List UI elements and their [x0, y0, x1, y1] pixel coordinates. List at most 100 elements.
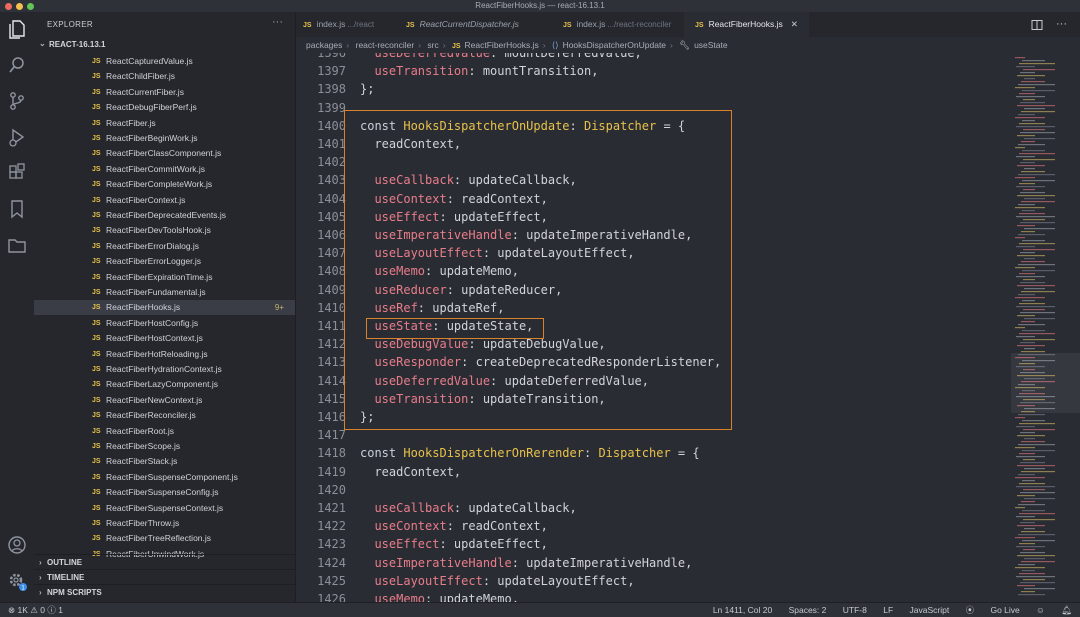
code-line: useCallback: updateCallback,: [360, 501, 577, 515]
extensions-icon[interactable]: [4, 160, 30, 186]
language-mode[interactable]: JavaScript: [910, 605, 950, 615]
file-item[interactable]: JS ReactFiberDevToolsHook.js: [34, 223, 295, 238]
file-item[interactable]: JS ReactFiberLazyComponent.js: [34, 377, 295, 392]
crumb-dispatcher[interactable]: HooksDispatcherOnUpdate: [563, 40, 666, 50]
file-item[interactable]: JS ReactFiberErrorLogger.js: [34, 254, 295, 269]
file-item[interactable]: JS ReactFiberHotReloading.js: [34, 347, 295, 362]
minimap-line: [1016, 246, 1035, 248]
section-timeline[interactable]: › TIMELINE: [34, 569, 295, 585]
line-number: 1423: [317, 537, 346, 552]
end-of-line[interactable]: LF: [883, 605, 893, 615]
tab-react-current-dispatcher[interactable]: JS ReactCurrentDispatcher.js: [394, 12, 551, 37]
file-item[interactable]: JS ReactFiberSuspenseContext.js: [34, 501, 295, 516]
file-item[interactable]: JS ReactCurrentFiber.js: [34, 85, 295, 100]
minimap-line: [1024, 588, 1055, 590]
problems-indicator[interactable]: ⊗ 1K ⚠ 0 ⓘ 1: [8, 603, 63, 617]
close-icon[interactable]: ✕: [791, 19, 798, 29]
go-live-button[interactable]: ⦿ Go Live: [966, 605, 1020, 615]
section-outline[interactable]: › OUTLINE: [34, 554, 295, 570]
file-item[interactable]: JS ReactFiberHostConfig.js: [34, 316, 295, 331]
source-control-icon[interactable]: [4, 88, 30, 114]
crumb-react-reconciler[interactable]: react-reconciler: [356, 40, 415, 50]
line-number: 1403: [317, 173, 346, 188]
crumb-packages[interactable]: packages: [306, 40, 342, 50]
tab-index-react[interactable]: JS index.js .../react: [296, 12, 394, 37]
file-item[interactable]: JS ReactFiberCommitWork.js: [34, 162, 295, 177]
file-item[interactable]: JS ReactFiberSuspenseConfig.js: [34, 485, 295, 500]
file-item[interactable]: JS ReactFiberDeprecatedEvents.js: [34, 208, 295, 223]
section-npm-scripts[interactable]: › NPM SCRIPTS: [34, 584, 295, 600]
crumb-file[interactable]: ReactFiberHooks.js: [465, 40, 539, 50]
file-item[interactable]: JS ReactFiberHooks.js 9+: [34, 300, 295, 316]
file-item[interactable]: JS ReactFiberFundamental.js: [34, 285, 295, 300]
minimap[interactable]: [1011, 53, 1080, 602]
js-file-icon: JS: [92, 212, 101, 219]
bookmark-icon[interactable]: [4, 196, 30, 222]
minimap-line: [1022, 540, 1055, 542]
file-item[interactable]: JS ReactFiberExpirationTime.js: [34, 270, 295, 285]
tab-react-fiber-hooks[interactable]: JS ReactFiberHooks.js ✕: [684, 12, 809, 37]
folder-icon[interactable]: [4, 232, 30, 258]
crumb-usestate[interactable]: useState: [694, 40, 728, 50]
minimap-line: [1019, 123, 1045, 125]
cursor-position[interactable]: Ln 1411, Col 20: [713, 605, 772, 615]
file-item[interactable]: JS ReactDebugFiberPerf.js: [34, 100, 295, 115]
split-editor-icon[interactable]: [1031, 12, 1047, 37]
tab-index-react-reconciler[interactable]: JS index.js .../react-reconciler: [551, 12, 684, 37]
files-icon[interactable]: [4, 16, 30, 42]
file-name: ReactFiberLazyComponent.js: [106, 379, 218, 390]
file-item[interactable]: JS ReactFiber.js: [34, 116, 295, 131]
minimap-line: [1022, 270, 1055, 272]
file-item[interactable]: JS ReactFiberReconciler.js: [34, 408, 295, 423]
file-item[interactable]: JS ReactFiberBeginWork.js: [34, 131, 295, 146]
file-item[interactable]: JS ReactFiberStack.js: [34, 454, 295, 469]
notifications-icon[interactable]: 🔔︎: [1061, 605, 1072, 615]
minimap-line: [1019, 153, 1055, 155]
file-item[interactable]: JS ReactFiberThrow.js: [34, 516, 295, 531]
file-item[interactable]: JS ReactFiberClassComponent.js: [34, 146, 295, 161]
more-actions-icon[interactable]: ···: [1056, 12, 1072, 37]
file-item[interactable]: JS ReactFiberHostContext.js: [34, 331, 295, 346]
file-item[interactable]: JS ReactFiberContext.js: [34, 193, 295, 208]
js-file-icon: JS: [92, 489, 101, 497]
crumb-src[interactable]: src: [427, 40, 438, 50]
minimap-line: [1015, 477, 1045, 479]
feedback-icon[interactable]: ☺: [1036, 605, 1045, 615]
encoding[interactable]: UTF-8: [843, 605, 867, 615]
file-item[interactable]: JS ReactFiberCompleteWork.js: [34, 177, 295, 192]
file-item[interactable]: JS ReactFiberTreeReflection.js: [34, 531, 295, 546]
file-item[interactable]: JS ReactFiberErrorDialog.js: [34, 239, 295, 254]
line-number: 1409: [317, 282, 346, 297]
line-number: 1426: [317, 592, 346, 602]
file-item[interactable]: JS ReactFiberRoot.js: [34, 424, 295, 439]
indentation[interactable]: Spaces: 2: [789, 605, 827, 615]
file-item[interactable]: JS ReactFiberHydrationContext.js: [34, 362, 295, 377]
code-line: useMemo: updateMemo,: [360, 264, 519, 279]
js-file-icon: JS: [92, 135, 101, 142]
window-title: ReactFiberHooks.js — react-16.13.1: [475, 1, 605, 10]
minimap-line: [1019, 333, 1055, 335]
line-number: 1398: [317, 82, 346, 97]
minimap-line: [1021, 201, 1055, 203]
minimap-line: [1022, 60, 1045, 62]
search-icon[interactable]: [4, 52, 30, 78]
minimap-line: [1019, 273, 1035, 275]
settings-icon[interactable]: 1: [4, 568, 30, 594]
js-file-icon: JS: [92, 273, 101, 281]
run-debug-icon[interactable]: [4, 124, 30, 150]
file-item[interactable]: JS ReactFiberNewContext.js: [34, 393, 295, 408]
minimap-line: [1016, 486, 1055, 488]
file-name: ReactFiberThrow.js: [106, 518, 180, 528]
account-icon[interactable]: [4, 532, 30, 558]
workspace-folder[interactable]: ⌄ REACT-16.13.1: [34, 39, 295, 51]
file-item[interactable]: JS ReactChildFiber.js: [34, 69, 295, 84]
file-item[interactable]: JS ReactCapturedValue.js: [34, 54, 295, 69]
file-name: ReactFiberCommitWork.js: [106, 163, 206, 174]
more-icon[interactable]: ···: [272, 16, 283, 28]
minimap-line: [1020, 192, 1045, 194]
file-item[interactable]: JS ReactFiberSuspenseComponent.js: [34, 470, 295, 485]
file-name: ReactFiberExpirationTime.js: [106, 271, 213, 282]
code-editor[interactable]: 1396 1397 1398 1399 1400 1401 1402 1403 1404 1405…: [296, 53, 1011, 602]
file-item[interactable]: JS ReactFiberScope.js: [34, 439, 295, 454]
file-name: ReactFiberCompleteWork.js: [106, 179, 213, 190]
